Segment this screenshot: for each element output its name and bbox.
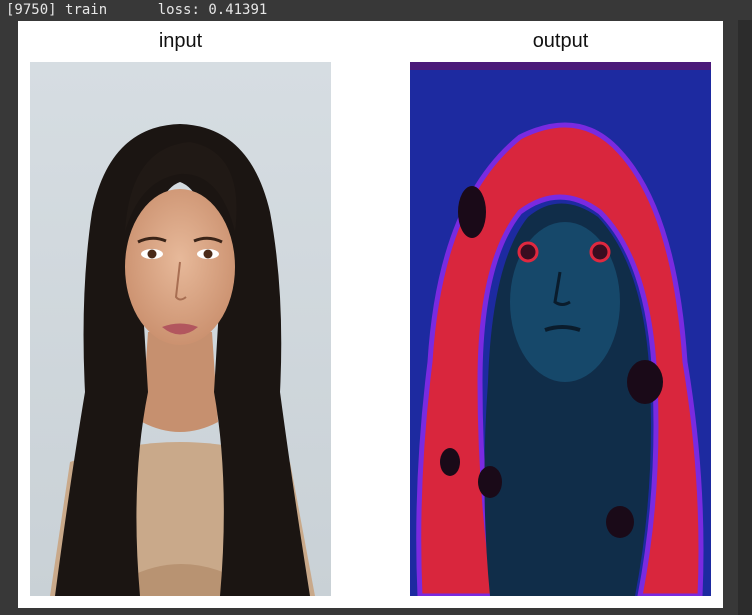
- output-panel-title: output: [532, 30, 589, 52]
- mode-label: train: [65, 2, 108, 18]
- loss-value: 0.41391: [208, 2, 268, 18]
- loss-label: loss:: [157, 2, 200, 18]
- scrollbar-track[interactable]: [738, 20, 752, 615]
- input-panel-title: input: [158, 30, 203, 52]
- output-figure: input output: [18, 21, 723, 608]
- training-log-line: [9750] train loss: 0.41391: [6, 0, 267, 20]
- output-image: [410, 62, 711, 596]
- input-image: [30, 62, 331, 596]
- step-counter: [9750]: [6, 2, 57, 18]
